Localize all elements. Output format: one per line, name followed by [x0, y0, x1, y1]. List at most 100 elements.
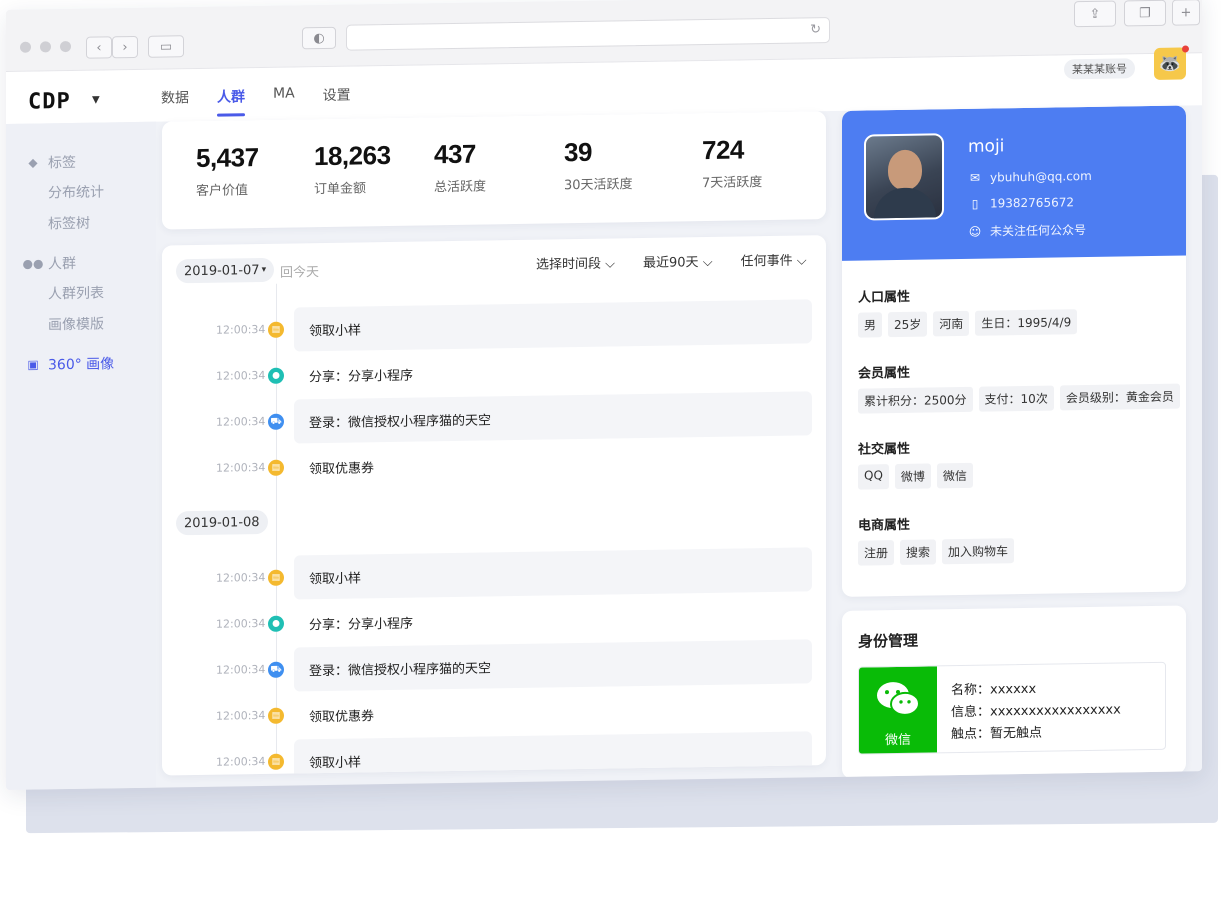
demographics-tags: 男 25岁 河南 生日：1995/4/9 — [858, 309, 1078, 338]
sidebar-item-360-portrait[interactable]: 360° 画像 — [48, 353, 114, 374]
coupon-icon: ▤ — [268, 569, 284, 586]
event-time: 12:00:34 — [216, 754, 266, 769]
event-time: 12:00:34 — [216, 708, 266, 723]
event-select[interactable]: 任何事件 ⌵ — [741, 249, 807, 269]
event-time: 12:00:34 — [216, 662, 266, 677]
channel-label: 微信 — [884, 732, 911, 749]
tag-icon: ◆ — [28, 155, 38, 170]
event-text: 领取小样 — [294, 731, 812, 776]
back-today-link[interactable]: 回今天 — [280, 261, 319, 281]
back-icon[interactable]: ‹ — [86, 36, 112, 59]
chevron-down-icon[interactable]: ▼ — [92, 95, 100, 106]
tabs-icon[interactable]: ❐ — [1124, 0, 1166, 27]
event-text: 领取小样 — [294, 299, 812, 352]
cart-icon: ⛟ — [268, 413, 284, 430]
account-badge[interactable]: 某某某账号 — [1064, 58, 1135, 80]
date-picker[interactable]: 2019-01-07 ▾ — [176, 257, 275, 284]
identity-item[interactable]: 微信 名称：xxxxxx 信息：xxxxxxxxxxxxxxxxxx 触点：暂无… — [858, 661, 1166, 755]
share-icon[interactable]: ⇪ — [1074, 0, 1116, 28]
window-controls[interactable] — [20, 40, 71, 53]
profile-header: moji ✉ ybuhuh@qq.com ▯ 19382765672 ☺ 未关注任何公… — [842, 105, 1186, 261]
timeline-event[interactable]: 12:00:34 ▤ 领取小样 — [202, 547, 814, 601]
event-text: 登录：微信授权小程序猫的天空 — [294, 391, 812, 444]
timeline-filters: 选择时间段 ⌵ 最近90天 ⌵ 任何事件 ⌵ — [536, 249, 807, 272]
identity-info: 信息：xxxxxxxxxxxxxxxxxx — [951, 702, 1121, 721]
coupon-icon: ▤ — [268, 707, 284, 724]
sidebar-item-portrait-template[interactable]: 画像模版 — [26, 313, 104, 336]
coupon-icon: ▤ — [268, 753, 284, 770]
timeline-event[interactable]: 12:00:34 ⛟ 登录：微信授权小程序猫的天空 — [202, 391, 814, 445]
tag: 河南 — [933, 310, 970, 337]
stat-value: 5,437 — [196, 142, 259, 174]
tag: 会员级别：黄金会员 — [1059, 383, 1180, 411]
event-select-label: 任何事件 — [740, 253, 793, 270]
portrait-icon: ▣ — [27, 357, 39, 372]
section-demographics-title: 人口属性 — [858, 289, 911, 306]
people-icon: ●● — [22, 256, 44, 271]
wechat-icon: ☺ — [968, 224, 982, 239]
tab-data[interactable]: 数据 — [161, 87, 189, 117]
event-time: 12:00:34 — [216, 460, 266, 475]
period-select-label: 选择时间段 — [536, 256, 602, 273]
identity-touchpoint: 触点：暂无触点 — [951, 725, 1043, 743]
page: ‹ › ▭ ◐ ↻ ⇪ ❐ + CDP ▼ 数据 人群 MA 设置 某某某账号 … — [0, 0, 1221, 913]
tag: 搜索 — [900, 539, 937, 565]
identity-title: 身份管理 — [858, 631, 919, 651]
section-ecommerce-title: 电商属性 — [858, 517, 911, 534]
chevron-down-icon: ⌵ — [605, 256, 616, 272]
stat-value: 437 — [434, 138, 476, 170]
period-select[interactable]: 选择时间段 ⌵ — [536, 252, 615, 272]
user-avatar[interactable]: 🦝 — [1154, 45, 1189, 80]
identity-details: 名称：xxxxxx 信息：xxxxxxxxxxxxxxxxxx 触点：暂无触点 — [951, 677, 1121, 746]
timeline-event[interactable]: 12:00:34 ▤ 领取优惠券 — [202, 437, 814, 491]
profile-phone: ▯ 19382765672 — [968, 195, 1074, 211]
sidebar-item-distribution[interactable]: 分布统计 — [26, 181, 104, 204]
browser-window: ‹ › ▭ ◐ ↻ ⇪ ❐ + CDP ▼ 数据 人群 MA 设置 某某某账号 … — [6, 0, 1202, 790]
range-select[interactable]: 最近90天 ⌵ — [643, 251, 713, 271]
stat-30day-activity: 39 30天活跃度 — [564, 136, 633, 193]
sidebar-item-tags[interactable]: 标签 — [48, 152, 76, 172]
profile-photo — [864, 133, 944, 221]
shield-icon[interactable]: ◐ — [302, 26, 336, 50]
tab-ma[interactable]: MA — [273, 85, 295, 115]
event-time: 12:00:34 — [216, 322, 266, 337]
timeline-event[interactable]: 12:00:34 ▤ 领取小样 — [202, 299, 814, 353]
identity-card: 身份管理 微信 名称：xxxxxx 信息：xxxxxxxxxxxxxxxxxx … — [842, 605, 1186, 779]
event-text: 领取优惠券 — [309, 460, 375, 477]
timeline-event[interactable]: 12:00:34 ● 分享：分享小程序 — [202, 593, 814, 647]
coupon-icon: ▤ — [268, 321, 284, 338]
stat-total-activity: 437 总活跃度 — [434, 138, 486, 196]
sidebar-group-audience: ●● 人群 人群列表 画像模版 — [22, 251, 104, 336]
cart-icon: ⛟ — [268, 661, 284, 678]
address-bar[interactable]: ↻ — [346, 17, 830, 51]
sidebar-item-audience[interactable]: 人群 — [48, 253, 76, 273]
sidebar-item-tag-tree[interactable]: 标签树 — [26, 212, 104, 235]
phone-value: 19382765672 — [990, 195, 1074, 211]
wechat-logo-icon — [877, 682, 920, 716]
sidebar-item-audience-list[interactable]: 人群列表 — [26, 282, 104, 305]
chevron-down-icon: ⌵ — [702, 254, 713, 271]
profile-card: moji ✉ ybuhuh@qq.com ▯ 19382765672 ☺ 未关注任何公… — [842, 105, 1186, 597]
event-text: 分享：分享小程序 — [309, 616, 414, 633]
event-time: 12:00:34 — [216, 570, 266, 585]
tab-audience[interactable]: 人群 — [217, 86, 245, 116]
sidebar-toggle-icon[interactable]: ▭ — [148, 35, 184, 58]
event-text: 登录：微信授权小程序猫的天空 — [294, 639, 812, 692]
reload-icon[interactable]: ↻ — [810, 22, 821, 37]
timeline-event[interactable]: 12:00:34 ▤ 领取小样 — [202, 731, 814, 776]
timeline-event[interactable]: 12:00:34 ⛟ 登录：微信授权小程序猫的天空 — [202, 639, 814, 693]
app-logo[interactable]: CDP — [28, 89, 71, 115]
profile-name: moji — [968, 136, 1005, 157]
wechat-channel-panel: 微信 — [859, 666, 937, 755]
tab-settings[interactable]: 设置 — [323, 85, 351, 115]
forward-icon[interactable]: › — [112, 35, 138, 59]
share-user-icon: ● — [268, 367, 284, 384]
profile-wechat-status: ☺ 未关注任何公众号 — [968, 221, 1086, 240]
timeline-event[interactable]: 12:00:34 ● 分享：分享小程序 — [202, 345, 814, 399]
tag: 25岁 — [888, 311, 928, 338]
timeline-event[interactable]: 12:00:34 ▤ 领取优惠券 — [202, 685, 814, 739]
stat-value: 18,263 — [314, 139, 391, 172]
new-tab-icon[interactable]: + — [1172, 0, 1200, 26]
phone-icon: ▯ — [971, 196, 979, 211]
tag: 生日：1995/4/9 — [975, 309, 1078, 336]
